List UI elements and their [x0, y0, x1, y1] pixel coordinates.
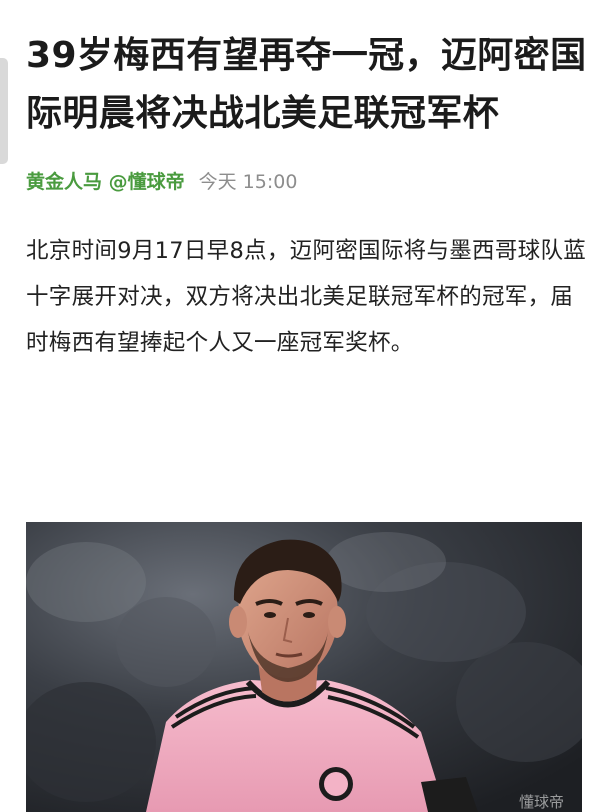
publish-time: 今天 15:00 [198, 171, 298, 193]
article-body: 北京时间9月17日早8点，迈阿密国际将与墨西哥球队蓝十字展开对决，双方将决出北美… [26, 238, 587, 356]
photo-illustration [26, 522, 582, 812]
article-photo[interactable]: 懂球帝 [26, 522, 582, 812]
photo-watermark: 懂球帝 [518, 793, 564, 811]
article-meta: 黄金人马 @懂球帝 今天 15:00 [26, 170, 588, 194]
scroll-indicator [0, 58, 8, 164]
author-link[interactable]: 黄金人马 @懂球帝 [26, 170, 185, 194]
article: 39岁梅西有望再夺一冠，迈阿密国际明晨将决战北美足联冠军杯 黄金人马 @懂球帝 … [26, 27, 588, 366]
article-headline: 39岁梅西有望再夺一冠，迈阿密国际明晨将决战北美足联冠军杯 [26, 35, 587, 134]
